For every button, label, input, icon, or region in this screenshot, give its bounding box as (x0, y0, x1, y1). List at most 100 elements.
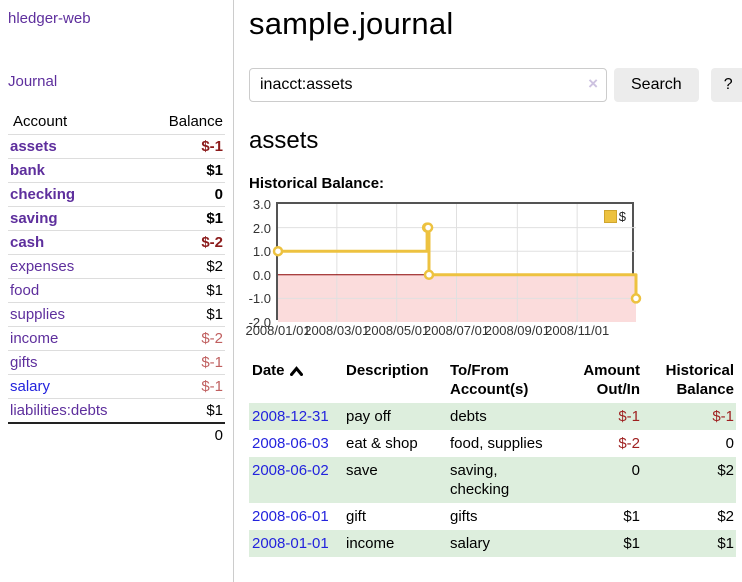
register-date-cell: 2008-01-01 (249, 530, 346, 557)
register-header-date-label: Date (252, 362, 285, 379)
register-header-balance: Historical Balance (642, 357, 736, 403)
account-link-food[interactable]: food (10, 282, 39, 299)
clear-search-icon[interactable]: × (588, 74, 598, 94)
account-cell: supplies (8, 303, 143, 327)
x-tick-label: 2008/09/01 (485, 323, 550, 338)
account-row: saving $1 (8, 207, 225, 231)
account-row: salary $-1 (8, 375, 225, 399)
x-tick-label: 2008/07/01 (424, 323, 489, 338)
account-link-salary[interactable]: salary (10, 378, 50, 395)
register-balance-cell: $1 (642, 530, 736, 557)
chart-plot-area: $ 3.02.01.00.0-1.0-2.0 (276, 202, 634, 320)
nav-journal: Journal (8, 73, 225, 90)
account-link-expenses[interactable]: expenses (10, 258, 74, 275)
account-link-checking[interactable]: checking (10, 186, 75, 203)
accounts-total-spacer (8, 423, 143, 447)
account-cell: salary (8, 375, 143, 399)
register-date-cell: 2008-06-01 (249, 503, 346, 530)
accounts-table-header: Account Balance (8, 110, 225, 135)
account-row: checking 0 (8, 183, 225, 207)
account-cell: saving (8, 207, 143, 231)
register-accounts-cell: food, supplies (450, 430, 562, 457)
account-link-gifts[interactable]: gifts (10, 354, 38, 371)
account-balance: $1 (143, 279, 225, 303)
search-button[interactable]: Search (614, 68, 699, 102)
register-table: Date Description To/From Account(s) Amou… (249, 357, 736, 557)
account-balance: $1 (143, 303, 225, 327)
register-date-cell: 2008-06-03 (249, 430, 346, 457)
register-description-cell: save (346, 457, 450, 503)
y-tick-label: -1.0 (237, 291, 271, 306)
account-cell: checking (8, 183, 143, 207)
account-balance: $-1 (143, 351, 225, 375)
account-balance: $-1 (143, 375, 225, 399)
main-content: sample.journal × Search ? assets Histori… (234, 0, 742, 582)
account-row: income$-2 (8, 327, 225, 351)
page: hledger-web Journal Account Balance asse… (0, 0, 742, 582)
account-balance: $1 (143, 399, 225, 424)
chart-title: Historical Balance: (249, 175, 742, 192)
sort-asc-icon (290, 363, 303, 380)
x-tick-label: 2008/11/01 (545, 323, 609, 338)
chart-svg (278, 204, 636, 322)
account-row: cash $-2 (8, 231, 225, 255)
register-amount-cell: 0 (562, 457, 642, 503)
chart-legend: $ (602, 208, 628, 225)
register-accounts-cell: saving, checking (450, 457, 562, 503)
search-input[interactable] (249, 68, 607, 102)
register-balance-cell: $2 (642, 457, 736, 503)
account-link-supplies[interactable]: supplies (10, 306, 65, 323)
register-amount-cell: $-1 (562, 403, 642, 430)
account-balance: $-2 (143, 231, 225, 255)
register-amount-cell: $1 (562, 530, 642, 557)
help-button[interactable]: ? (711, 68, 742, 102)
register-header-row: Date Description To/From Account(s) Amou… (249, 357, 736, 403)
accounts-table: Account Balance assets$-1bank$1checking0… (8, 110, 225, 447)
register-header-date[interactable]: Date (249, 357, 346, 403)
account-link-bank[interactable]: bank (10, 162, 45, 179)
account-row: gifts $-1 (8, 351, 225, 375)
register-row: 2008-06-01giftgifts$1$2 (249, 503, 736, 530)
brand: hledger-web (8, 10, 225, 27)
transaction-date-link[interactable]: 2008-06-02 (252, 462, 329, 479)
account-balance: $-1 (143, 135, 225, 159)
account-cell: food (8, 279, 143, 303)
register-accounts-cell: salary (450, 530, 562, 557)
account-link-assets[interactable]: assets (10, 138, 57, 155)
account-balance: $1 (143, 207, 225, 231)
transaction-date-link[interactable]: 2008-01-01 (252, 535, 329, 552)
register-description-cell: gift (346, 503, 450, 530)
register-row: 2008-12-31pay offdebts$-1$-1 (249, 403, 736, 430)
register-accounts-cell: debts (450, 403, 562, 430)
x-tick-label: 2008/01/01 (245, 323, 310, 338)
x-tick-label: 2008/03/01 (304, 323, 369, 338)
register-balance-cell: 0 (642, 430, 736, 457)
transaction-date-link[interactable]: 2008-06-03 (252, 435, 329, 452)
account-cell: gifts (8, 351, 143, 375)
nav-journal-link[interactable]: Journal (8, 73, 57, 90)
account-heading: assets (249, 127, 742, 155)
account-link-cash[interactable]: cash (10, 234, 44, 251)
chart-x-axis: 2008/01/012008/03/012008/05/012008/07/01… (276, 323, 638, 343)
account-row: food $1 (8, 279, 225, 303)
account-link-saving[interactable]: saving (10, 210, 58, 227)
y-tick-label: 0.0 (237, 268, 271, 283)
register-row: 2008-01-01incomesalary$1$1 (249, 530, 736, 557)
transaction-date-link[interactable]: 2008-12-31 (252, 408, 329, 425)
register-header-amount: Amount Out/In (562, 357, 642, 403)
account-row: expenses$2 (8, 255, 225, 279)
account-row: supplies $1 (8, 303, 225, 327)
legend-swatch-icon (604, 210, 617, 223)
account-link-income[interactable]: income (10, 330, 58, 347)
account-cell: assets (8, 135, 143, 159)
account-link-liabilities-debts[interactable]: liabilities:debts (10, 402, 108, 419)
y-tick-label: 1.0 (237, 244, 271, 259)
account-balance: 0 (143, 183, 225, 207)
transaction-date-link[interactable]: 2008-06-01 (252, 508, 329, 525)
y-tick-label: 2.0 (237, 221, 271, 236)
sidebar: hledger-web Journal Account Balance asse… (0, 0, 234, 582)
brand-link[interactable]: hledger-web (8, 10, 91, 27)
account-row: bank$1 (8, 159, 225, 183)
register-date-cell: 2008-06-02 (249, 457, 346, 503)
account-cell: income (8, 327, 143, 351)
